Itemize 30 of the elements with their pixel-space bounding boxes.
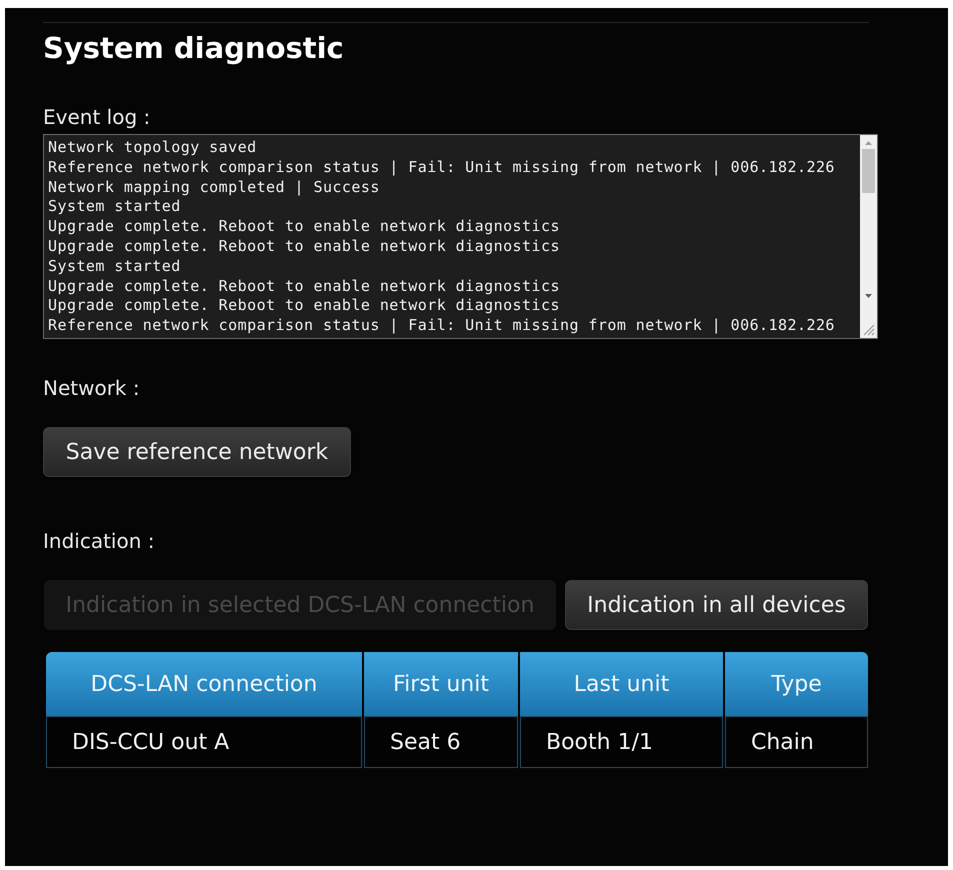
section-label: Event log :: [43, 105, 150, 129]
log-line: System started: [48, 256, 181, 277]
log-line: Upgrade complete. Reboot to enable network diagnostics: [48, 296, 560, 316]
section-label: Network :: [43, 376, 140, 400]
table-cell: Chain: [725, 716, 868, 768]
log-line: Network topology saved: [48, 138, 257, 158]
scrollbar[interactable]: [860, 135, 877, 338]
log-line: Reference network comparison status | Fail: Unit missing from network | 006.182.226: [48, 158, 835, 178]
log-line: Upgrade complete. Reboot to enable network diagnostics: [48, 276, 560, 296]
scrollbar-thumb[interactable]: [862, 149, 875, 193]
action-button[interactable]: Indication in all devices: [565, 580, 868, 630]
log-line: Upgrade complete. Reboot to enable network diagnostics: [48, 236, 560, 257]
section-label: Indication :: [43, 529, 154, 553]
log-line: Reference network comparison status | Fail: Unit missing from network | 006.182.226: [48, 316, 835, 336]
column-header: DCS-LAN connection: [46, 652, 362, 716]
log-line: System started: [48, 197, 181, 218]
page-title: System diagnostic: [43, 31, 344, 65]
column-header: Type: [725, 652, 868, 716]
resize-grip-icon[interactable]: [862, 324, 874, 336]
event-log-textarea[interactable]: [43, 134, 878, 339]
table-cell: Seat 6: [364, 716, 518, 768]
column-header: Last unit: [520, 652, 723, 716]
log-line: Upgrade complete. Reboot to enable network diagnostics: [48, 217, 560, 237]
scroll-up-arrow-icon[interactable]: [865, 141, 872, 145]
scroll-down-arrow-icon[interactable]: [865, 294, 872, 298]
action-button[interactable]: Save reference network: [43, 427, 351, 477]
table-cell: DIS-CCU out A: [46, 716, 362, 768]
table-cell: Booth 1/1: [520, 716, 723, 768]
log-line: Network mapping completed | Success: [48, 178, 380, 198]
column-header: First unit: [364, 652, 518, 716]
